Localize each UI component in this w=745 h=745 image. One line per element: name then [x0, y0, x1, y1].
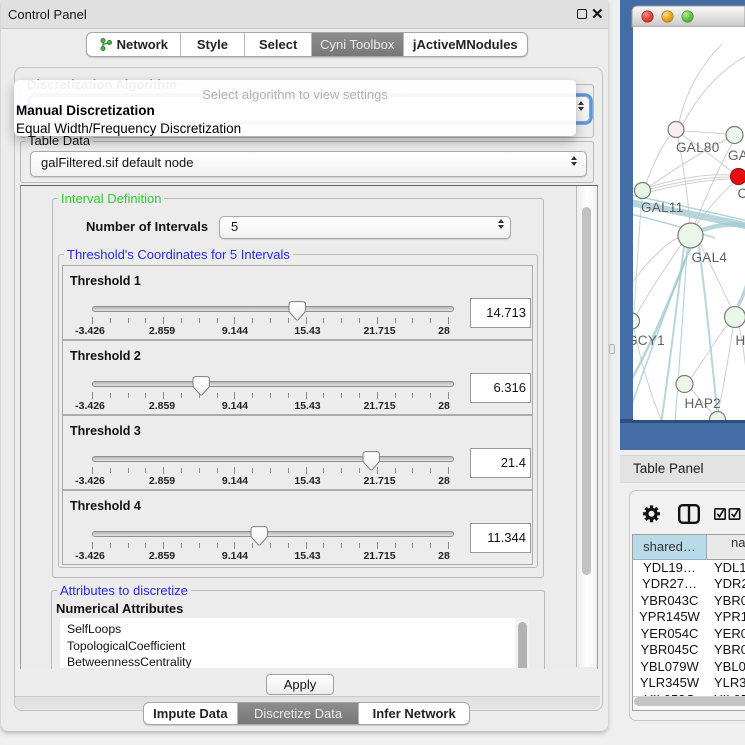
svg-text:GAL80: GAL80 — [676, 140, 720, 155]
svg-text:GAL4: GAL4 — [692, 250, 728, 265]
svg-text:H: H — [736, 333, 745, 348]
svg-text:GA: GA — [728, 148, 745, 163]
svg-text:CY: CY — [738, 186, 745, 201]
svg-text:HAP2: HAP2 — [685, 396, 721, 411]
svg-text:GAL11: GAL11 — [641, 200, 684, 215]
